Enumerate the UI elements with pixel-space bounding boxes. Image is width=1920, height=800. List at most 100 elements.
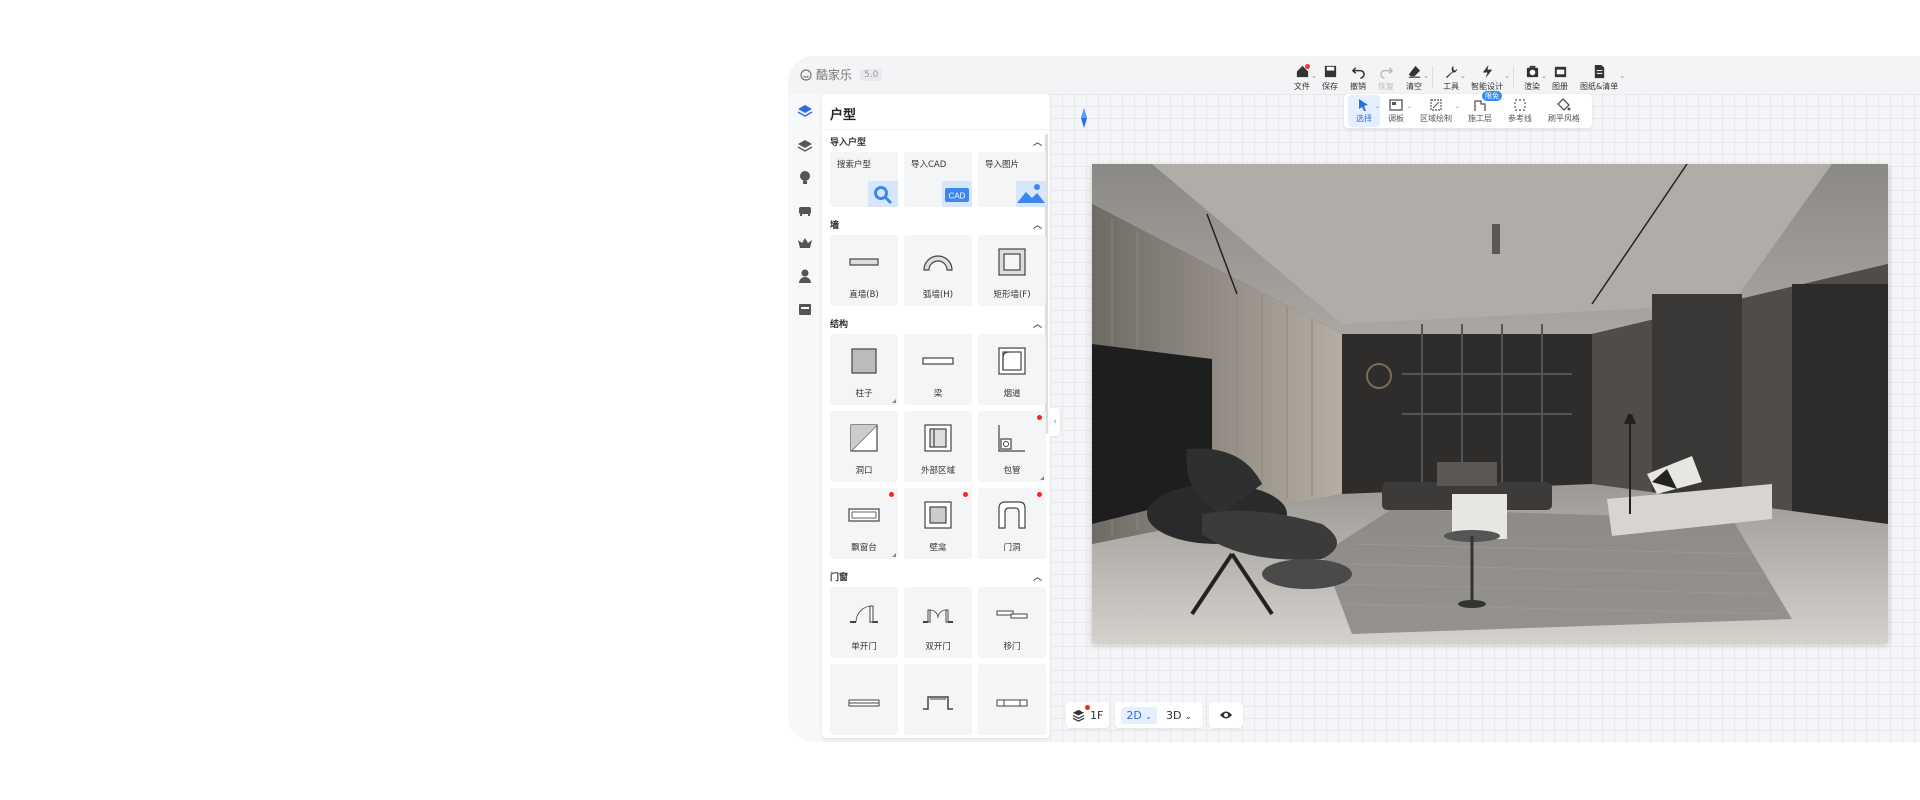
region-draw-icon xyxy=(1430,99,1442,111)
nav-lighting[interactable] xyxy=(788,160,822,193)
casement-window-button[interactable] xyxy=(978,664,1046,735)
nav-furniture[interactable] xyxy=(788,193,822,226)
toolbar-label: 渲染 xyxy=(1524,82,1540,91)
tool-label: 刷平风格 xyxy=(1548,114,1580,123)
chevron-up-icon: ︿ xyxy=(1032,319,1042,330)
bay-window-frame-button[interactable] xyxy=(904,664,972,735)
nav-hardware[interactable] xyxy=(788,127,822,160)
bay-window-sill-button[interactable]: 飘窗台 xyxy=(830,488,898,559)
floor-label: 1F xyxy=(1090,708,1104,722)
toolbar-save[interactable]: 保存 xyxy=(1322,64,1338,92)
section-title: 墙 xyxy=(830,220,840,231)
visibility-button[interactable] xyxy=(1208,702,1243,728)
arc-wall-button[interactable]: 弧墙(H) xyxy=(904,235,972,306)
redo-icon xyxy=(1379,67,1393,79)
tool-construction-layer[interactable]: 限免 施工层 xyxy=(1460,91,1502,127)
beam-button[interactable]: 梁 xyxy=(904,334,972,405)
lighting-icon xyxy=(800,170,810,184)
rect-wall-button[interactable]: 矩形墙(F) xyxy=(978,235,1046,306)
pipe-cover-button[interactable]: 包管 xyxy=(978,411,1046,482)
nav-store[interactable] xyxy=(788,292,822,325)
toolbar-tools[interactable]: 工具 ⌄ xyxy=(1443,64,1466,92)
section-header[interactable]: 结构 ︿ xyxy=(830,312,1042,334)
toolbar-drawings[interactable]: 图纸&清单 ⌄ xyxy=(1580,64,1625,92)
card-label: 外部区域 xyxy=(920,466,955,476)
cad-icon: CAD xyxy=(942,181,972,207)
new-dot xyxy=(1037,415,1042,420)
chevron-up-icon: ︿ xyxy=(1032,572,1042,583)
toolbar-file[interactable]: 文件 ⌄ xyxy=(1294,64,1317,92)
import-image[interactable]: 导入图片 xyxy=(978,152,1046,207)
view-mode-switch: 2D ⌄ 3D ⌄ xyxy=(1115,702,1203,728)
palette-icon xyxy=(1389,99,1403,111)
nav-premium[interactable] xyxy=(788,226,822,259)
toolbar-clear[interactable]: 清空 ⌄ xyxy=(1406,64,1429,92)
niche-button[interactable]: 壁龛 xyxy=(904,488,972,559)
tool-label: 参考线 xyxy=(1508,114,1532,123)
tool-paint-style[interactable]: 刷平风格 xyxy=(1540,95,1588,127)
toolbar-render[interactable]: 渲染 ⌄ xyxy=(1524,64,1547,92)
nav-user[interactable] xyxy=(788,259,822,292)
toolbar-redo[interactable]: 恢复 xyxy=(1378,64,1394,92)
document-icon xyxy=(1594,64,1604,79)
app-logo[interactable]: 酷家乐 5.0 xyxy=(800,66,883,83)
hardware-icon xyxy=(797,139,813,152)
toolbar-undo[interactable]: 撤销 xyxy=(1350,64,1366,92)
straight-wall-button[interactable]: 直墙(B) xyxy=(830,235,898,306)
nav-floorplan[interactable] xyxy=(788,94,822,127)
import-cad[interactable]: 导入CAD CAD xyxy=(904,152,972,207)
toolbar-album[interactable]: 图册 xyxy=(1552,64,1568,92)
card-label: 矩形墙(F) xyxy=(993,290,1031,300)
room-render-image xyxy=(1092,164,1888,643)
floor-selector[interactable]: 1F xyxy=(1066,702,1110,728)
column-icon xyxy=(851,348,877,374)
flue-icon xyxy=(998,347,1026,375)
flue-button[interactable]: 烟道 xyxy=(978,334,1046,405)
collapse-panel-button[interactable]: ‹ xyxy=(1050,408,1060,436)
doorway-icon xyxy=(998,501,1026,529)
tool-guide-line[interactable]: 参考线 xyxy=(1500,95,1540,127)
chevron-up-icon: ︿ xyxy=(1032,220,1042,231)
compass-icon[interactable] xyxy=(1081,108,1087,128)
sliding-door-icon xyxy=(996,610,1028,619)
secondary-toolbar: 选择 ⌄ 调板 ⌄ 区域绘制 ⌄ 限免 施工层 参考线 刷平风格 xyxy=(1344,91,1592,128)
window-icon xyxy=(848,699,880,707)
toolbar-smart-design[interactable]: 智能设计 ⌄ xyxy=(1471,64,1510,92)
new-dot xyxy=(963,492,968,497)
section-header[interactable]: 导入户型 ︿ xyxy=(830,130,1042,152)
doorway-button[interactable]: 门洞 xyxy=(978,488,1046,559)
section-header[interactable]: 门窗 ︿ xyxy=(830,565,1042,587)
window-button[interactable] xyxy=(830,664,898,735)
opening-button[interactable]: 洞口 xyxy=(830,411,898,482)
store-icon xyxy=(799,303,811,315)
column-button[interactable]: 柱子 xyxy=(830,334,898,405)
view-3d-label: 3D xyxy=(1166,708,1182,722)
toolbar-divider xyxy=(1513,66,1514,88)
outer-area-button[interactable]: 外部区域 xyxy=(904,411,972,482)
double-door-button[interactable]: 双开门 xyxy=(904,587,972,658)
tool-select[interactable]: 选择 ⌄ xyxy=(1348,95,1380,127)
lightning-icon xyxy=(1482,64,1492,79)
view-3d-button[interactable]: 3D ⌄ xyxy=(1161,707,1197,724)
single-door-button[interactable]: 单开门 xyxy=(830,587,898,658)
camera-icon xyxy=(1526,65,1538,78)
sliding-door-button[interactable]: 移门 xyxy=(978,587,1046,658)
chevron-up-icon: ︿ xyxy=(1032,137,1042,148)
app-name: 酷家乐 xyxy=(816,68,853,82)
section-header[interactable]: 墙 ︿ xyxy=(830,213,1042,235)
card-label: 双开门 xyxy=(925,642,951,652)
tool-palette[interactable]: 调板 ⌄ xyxy=(1380,95,1412,127)
eye-icon xyxy=(1219,711,1232,719)
furniture-icon xyxy=(799,206,811,216)
view-2d-button[interactable]: 2D ⌄ xyxy=(1121,706,1157,724)
new-dot xyxy=(1037,492,1042,497)
tool-label: 调板 xyxy=(1388,114,1404,123)
tool-region-draw[interactable]: 区域绘制 ⌄ xyxy=(1412,95,1460,127)
single-door-icon xyxy=(850,605,878,623)
import-search-floorplan[interactable]: 搜索户型 xyxy=(830,152,898,207)
card-label: 梁 xyxy=(933,389,943,399)
bay-window-frame-icon xyxy=(923,696,953,710)
toolbar-label: 文件 xyxy=(1294,82,1310,91)
chevron-down-icon: ⌄ xyxy=(1619,72,1626,80)
paint-bucket-icon xyxy=(1557,98,1571,111)
